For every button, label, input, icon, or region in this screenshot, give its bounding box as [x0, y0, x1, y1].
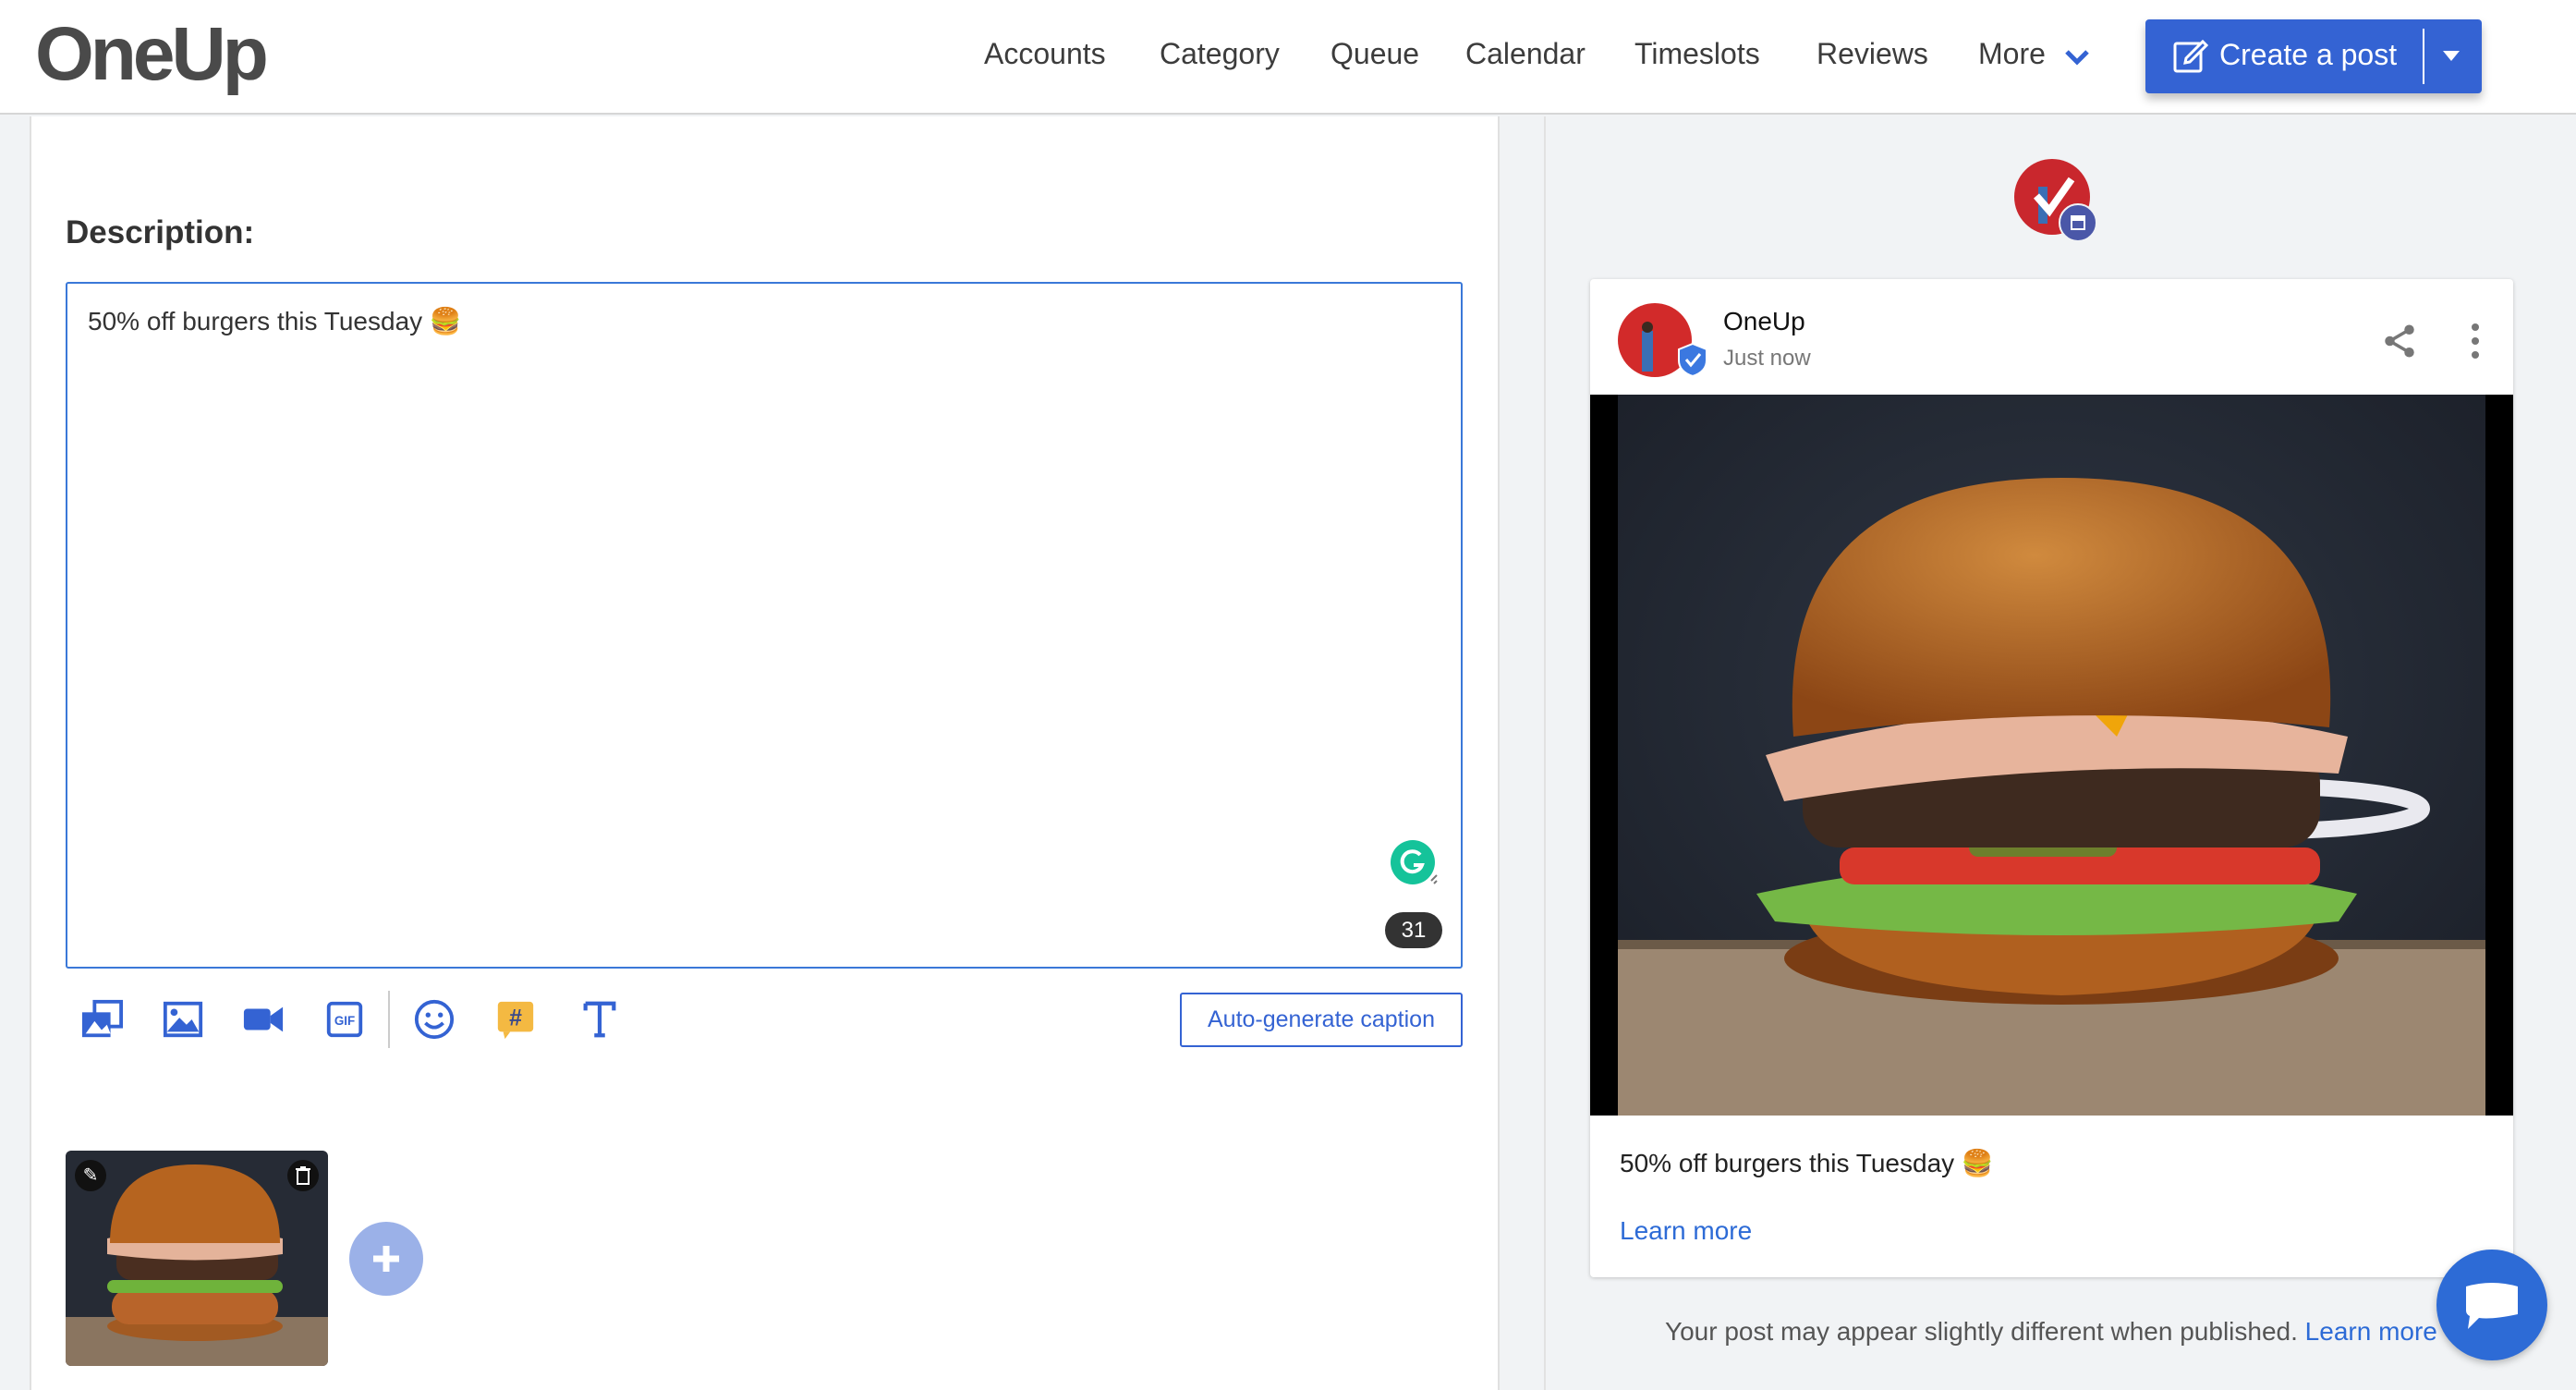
disclaimer-learn-more-link[interactable]: Learn more [2305, 1317, 2437, 1346]
share-icon[interactable] [2380, 322, 2419, 360]
gif-icon[interactable]: GIF [323, 998, 366, 1041]
post-time: Just now [1723, 346, 1811, 371]
media-thumbnail[interactable]: ✎ [66, 1151, 328, 1366]
video-icon[interactable] [242, 998, 285, 1041]
burger-image [1618, 395, 2485, 1116]
description-text[interactable]: 50% off burgers this Tuesday 🍔 [88, 306, 462, 336]
chat-icon [2466, 1283, 2518, 1329]
emoji-icon[interactable] [413, 998, 456, 1041]
grammarly-icon[interactable] [1391, 840, 1439, 888]
character-count-badge: 31 [1385, 912, 1442, 948]
chevron-down-icon[interactable] [2064, 48, 2090, 67]
disclaimer-text: Your post may appear slightly different … [1665, 1317, 2298, 1346]
post-image [1590, 395, 2513, 1116]
nav-queue[interactable]: Queue [1331, 37, 1419, 71]
description-textarea[interactable]: 50% off burgers this Tuesday 🍔 31 [66, 282, 1463, 969]
learn-more-cta[interactable]: Learn more [1620, 1216, 1752, 1246]
nav-category[interactable]: Category [1160, 37, 1280, 71]
verified-badge-icon [1678, 342, 1707, 377]
media-library-icon[interactable] [80, 998, 123, 1041]
post-preview-card: OneUp Just now 50% off burgers this Tues… [1590, 279, 2513, 1277]
svg-text:#: # [509, 1006, 522, 1031]
add-media-button[interactable] [349, 1222, 423, 1296]
edit-post-icon [2173, 39, 2208, 73]
more-options-icon[interactable] [2464, 322, 2486, 360]
nav-accounts[interactable]: Accounts [984, 37, 1106, 71]
text-format-icon[interactable] [578, 998, 621, 1041]
nav-more[interactable]: More [1978, 37, 2046, 71]
edit-media-icon[interactable]: ✎ [75, 1160, 106, 1191]
create-post-button[interactable]: Create a post [2145, 19, 2482, 93]
button-divider [2423, 29, 2424, 84]
panel-divider [1544, 116, 1546, 1390]
auto-generate-caption-button[interactable]: Auto-generate caption [1180, 993, 1463, 1047]
nav-reviews[interactable]: Reviews [1817, 37, 1928, 71]
nav-timeslots[interactable]: Timeslots [1634, 37, 1760, 71]
delete-media-icon[interactable] [287, 1160, 319, 1191]
image-icon[interactable] [162, 998, 204, 1041]
account-name: OneUp [1723, 307, 1805, 335]
hashtag-icon[interactable]: # [494, 998, 537, 1041]
oneup-logo[interactable]: OneUp [35, 11, 269, 98]
caret-down-icon[interactable] [2443, 51, 2460, 62]
toolbar-divider [388, 991, 390, 1048]
plus-icon [373, 1246, 399, 1272]
chat-support-button[interactable] [2436, 1250, 2547, 1360]
create-post-label: Create a post [2219, 38, 2398, 71]
google-business-icon [2059, 203, 2097, 242]
post-caption: 50% off burgers this Tuesday 🍔 [1620, 1149, 1994, 1177]
preview-disclaimer: Your post may appear slightly different … [1665, 1317, 2437, 1347]
top-nav-bar: OneUp Accounts Category Queue Calendar T… [0, 0, 2576, 115]
description-label: Description: [66, 214, 255, 250]
nav-calendar[interactable]: Calendar [1465, 37, 1586, 71]
svg-text:GIF: GIF [334, 1014, 355, 1028]
